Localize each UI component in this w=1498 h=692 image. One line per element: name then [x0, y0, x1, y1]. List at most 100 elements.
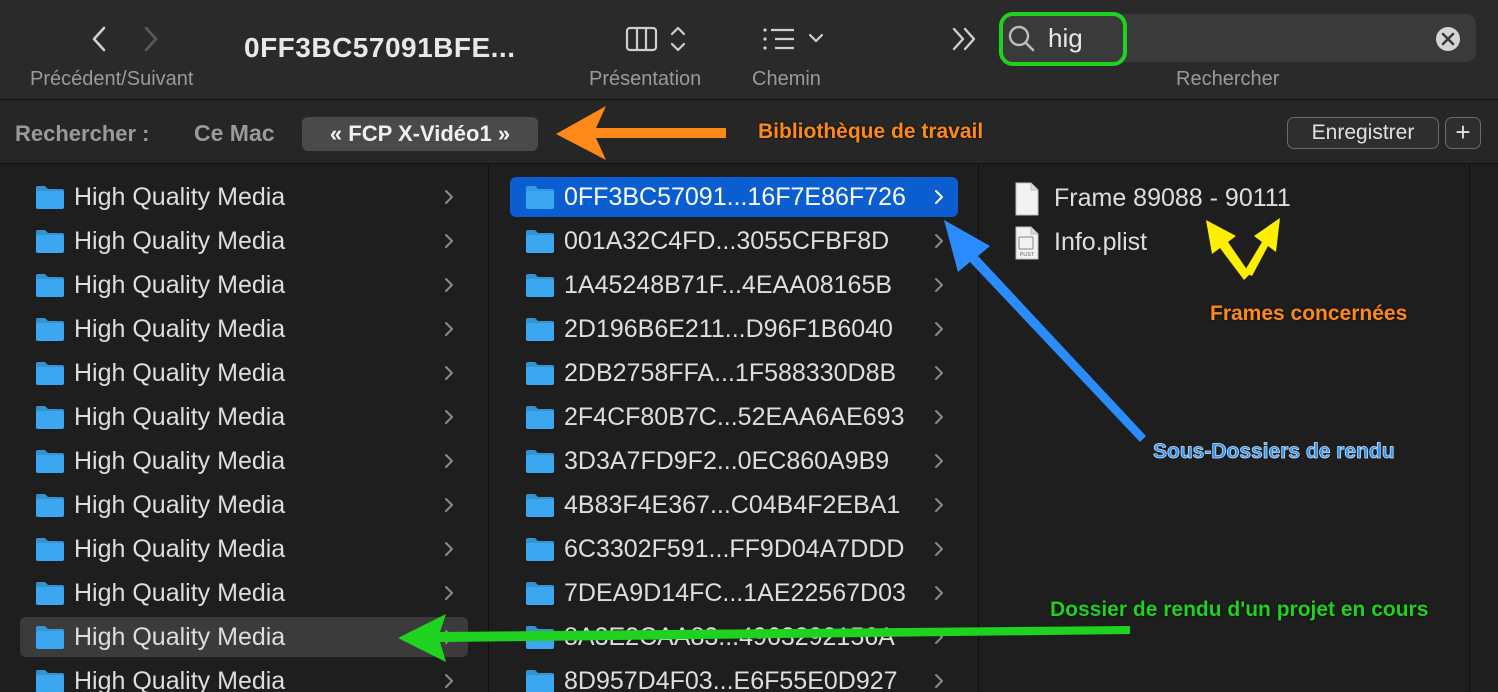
chevron-right-icon	[442, 451, 456, 471]
folder-icon	[524, 271, 556, 299]
chevron-right-icon	[442, 627, 456, 647]
toolbar-overflow-button[interactable]	[948, 24, 982, 54]
chevron-right-icon	[442, 671, 456, 691]
nav-label: Précédent/Suivant	[30, 68, 194, 90]
subfolder-list-row[interactable]: 6C3302F591...FF9D04A7DDD	[510, 529, 958, 569]
chevron-right-icon	[442, 363, 456, 383]
folder-icon	[34, 315, 66, 343]
folder-icon	[34, 359, 66, 387]
folder-icon	[524, 227, 556, 255]
view-mode-button[interactable]	[624, 22, 694, 56]
chevron-right-icon	[442, 583, 456, 603]
folder-icon	[524, 359, 556, 387]
folder-list-row[interactable]: High Quality Media	[20, 441, 468, 481]
folder-icon	[524, 491, 556, 519]
subfolder-list-row[interactable]: 1A45248B71F...4EAA08165B	[510, 265, 958, 305]
subfolder-list-row[interactable]: 001A32C4FD...3055CFBF8D	[510, 221, 958, 261]
subfolder-list-name: 2F4CF80B7C...52EAA6AE693	[564, 403, 905, 431]
file-row[interactable]: Frame 89088 - 90111	[1014, 180, 1434, 220]
subfolder-list-row[interactable]: 2DB2758FFA...1F588330D8B	[510, 353, 958, 393]
list-path-icon	[763, 28, 824, 50]
subfolder-list-name: 1A45248B71F...4EAA08165B	[564, 271, 893, 299]
chevron-left-icon	[92, 26, 106, 52]
folder-list-row[interactable]: High Quality Media	[20, 397, 468, 437]
folder-list-row[interactable]: High Quality Media	[20, 485, 468, 525]
folder-list-row[interactable]: High Quality Media	[20, 661, 468, 692]
folder-icon	[34, 271, 66, 299]
save-search-button[interactable]: Enregistrer	[1287, 117, 1439, 149]
scope-label: Rechercher :	[15, 121, 150, 146]
file-name: Frame 89088 - 90111	[1054, 184, 1291, 212]
subfolder-list-row[interactable]: 8D957D4F03...E6F55E0D927	[510, 661, 958, 692]
subfolder-list-row[interactable]: 2D196B6E211...D96F1B6040	[510, 309, 958, 349]
chevron-right-icon	[932, 231, 946, 251]
back-button[interactable]	[82, 22, 116, 56]
add-criteria-button[interactable]: +	[1445, 117, 1481, 149]
folder-icon	[34, 535, 66, 563]
folder-list-name: High Quality Media	[74, 271, 286, 299]
forward-button[interactable]	[134, 22, 168, 56]
folder-list-name: High Quality Media	[74, 359, 286, 387]
svg-text:PLIST: PLIST	[1020, 252, 1034, 258]
subfolder-list-row[interactable]: 3D3A7FD9F2...0EC860A9B9	[510, 441, 958, 481]
column-divider[interactable]	[978, 165, 979, 692]
folder-list-name: High Quality Media	[74, 491, 286, 519]
scope-library-button[interactable]: « FCP X-Vidéo1 »	[302, 117, 538, 151]
chevron-right-icon	[932, 275, 946, 295]
folder-list-name: High Quality Media	[74, 623, 286, 651]
folder-list-name: High Quality Media	[74, 447, 286, 475]
folder-icon	[34, 667, 66, 692]
folder-list-row[interactable]: High Quality Media	[20, 309, 468, 349]
clear-search-icon[interactable]	[1434, 25, 1462, 53]
search-highlight-annotation	[999, 12, 1127, 66]
double-chevron-right-icon	[952, 27, 976, 51]
folder-icon	[34, 403, 66, 431]
subfolder-list-row[interactable]: 7DEA9D14FC...1AE22567D03	[510, 573, 958, 613]
folder-list-row[interactable]: High Quality Media	[20, 265, 468, 305]
subfolder-list-name: 8A3E2CAA83...4963292156A	[564, 623, 895, 651]
column-divider[interactable]	[488, 165, 489, 692]
folder-list-name: High Quality Media	[74, 403, 286, 431]
folder-icon	[34, 579, 66, 607]
subfolder-list-row[interactable]: 4B83F4E367...C04B4F2EBA1	[510, 485, 958, 525]
folder-icon	[34, 447, 66, 475]
folder-list-name: High Quality Media	[74, 535, 286, 563]
file-row[interactable]: PLIST Info.plist	[1014, 224, 1434, 264]
folder-icon	[34, 227, 66, 255]
chevron-right-icon	[932, 627, 946, 647]
folder-icon	[524, 535, 556, 563]
chevron-right-icon	[932, 407, 946, 427]
path-button[interactable]	[760, 22, 830, 56]
subfolder-list-row[interactable]: 0FF3BC57091...16F7E86F726	[510, 177, 958, 217]
file-name: Info.plist	[1054, 228, 1148, 256]
chevron-right-icon	[144, 26, 158, 52]
folder-list-name: High Quality Media	[74, 227, 286, 255]
folder-list-row[interactable]: High Quality Media	[20, 177, 468, 217]
folder-icon	[34, 491, 66, 519]
scroll-track[interactable]	[1469, 165, 1498, 692]
chevron-right-icon	[442, 275, 456, 295]
annotation-render-folder: Dossier de rendu d'un projet en cours	[1050, 598, 1429, 621]
folder-icon	[34, 623, 66, 651]
annotation-frames: Frames concernées	[1210, 302, 1408, 325]
subfolder-list-row[interactable]: 2F4CF80B7C...52EAA6AE693	[510, 397, 958, 437]
window-title: 0FF3BC57091BFE...	[244, 32, 516, 63]
path-label: Chemin	[752, 68, 821, 90]
chevron-right-icon	[932, 363, 946, 383]
folder-icon	[524, 183, 556, 211]
subfolder-list-name: 4B83F4E367...C04B4F2EBA1	[564, 491, 901, 519]
chevron-right-icon	[932, 539, 946, 559]
folder-list-row[interactable]: High Quality Media	[20, 529, 468, 569]
folder-icon	[524, 667, 556, 692]
view-label: Présentation	[589, 68, 702, 90]
folder-list-row[interactable]: High Quality Media	[20, 353, 468, 393]
folder-list-row[interactable]: High Quality Media	[20, 617, 468, 657]
folder-list-row[interactable]: High Quality Media	[20, 221, 468, 261]
folder-icon	[524, 623, 556, 651]
folder-icon	[34, 183, 66, 211]
subfolder-list-row[interactable]: 8A3E2CAA83...4963292156A	[510, 617, 958, 657]
scope-this-mac[interactable]: Ce Mac	[194, 120, 275, 147]
folder-list-name: High Quality Media	[74, 667, 286, 692]
folder-list-row[interactable]: High Quality Media	[20, 573, 468, 613]
subfolder-list-name: 0FF3BC57091...16F7E86F726	[564, 183, 906, 211]
